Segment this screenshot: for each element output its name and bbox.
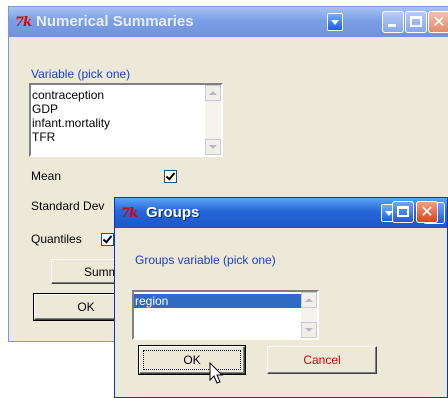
chevron-up-icon: [305, 298, 313, 302]
groups-scrollbar[interactable]: [301, 292, 317, 338]
maximize-button[interactable]: [405, 11, 427, 33]
groups-listbox[interactable]: region: [132, 290, 319, 340]
tk-logo-icon: 7k: [121, 206, 138, 221]
groups-dialog: 7k Groups Groups variable (pick one) reg…: [114, 197, 448, 398]
scroll-up-button[interactable]: [301, 292, 317, 308]
scroll-down-button[interactable]: [301, 322, 317, 338]
list-item[interactable]: TFR: [31, 130, 205, 144]
maximize-icon: [410, 16, 422, 27]
tk-logo-icon: 7k: [15, 15, 32, 30]
close-button[interactable]: ✕: [428, 11, 448, 33]
groups-ok-button[interactable]: OK: [138, 345, 246, 375]
list-item[interactable]: infant.mortality: [31, 116, 205, 130]
quantiles-label: Quantiles: [31, 232, 82, 246]
groups-maximize-button[interactable]: [392, 201, 414, 223]
variable-listbox[interactable]: contraception GDP infant.mortality TFR: [29, 83, 223, 157]
groups-list: region: [134, 292, 301, 338]
list-item[interactable]: contraception: [31, 88, 205, 102]
minimize-button[interactable]: [382, 11, 404, 33]
mean-checkbox[interactable]: [164, 170, 177, 183]
groups-close-button[interactable]: ✕: [416, 201, 438, 223]
groups-variable-label: Groups variable (pick one): [135, 253, 276, 267]
chevron-up-icon: [209, 91, 217, 95]
close-icon: ✕: [432, 12, 446, 31]
chevron-down-icon: [209, 145, 217, 149]
chevron-down-icon: [305, 328, 313, 332]
scroll-down-button[interactable]: [205, 139, 221, 155]
maximize-icon: [397, 206, 409, 217]
list-item[interactable]: GDP: [31, 102, 205, 116]
variable-scrollbar[interactable]: [205, 85, 221, 155]
cancel-label: Cancel: [303, 353, 341, 367]
list-item-selected[interactable]: region: [134, 294, 301, 308]
close-icon: ✕: [420, 202, 434, 221]
groups-title: Groups: [146, 204, 200, 221]
variable-list: contraception GDP infant.mortality TFR: [31, 85, 205, 155]
scroll-up-button[interactable]: [205, 85, 221, 101]
window-menu-button[interactable]: [327, 13, 343, 31]
mouse-cursor-icon: [209, 362, 224, 384]
title-bar[interactable]: 7k Numerical Summaries ✕: [9, 7, 448, 37]
focus-ring: [143, 350, 241, 370]
window-title: Numerical Summaries: [36, 13, 194, 30]
minimize-icon: [388, 24, 396, 27]
quantiles-checkbox[interactable]: [101, 233, 114, 246]
variable-label: Variable (pick one): [31, 67, 131, 81]
mean-label: Mean: [31, 169, 62, 183]
standard-deviation-label: Standard Dev: [31, 199, 105, 213]
groups-cancel-button[interactable]: Cancel: [267, 346, 377, 374]
